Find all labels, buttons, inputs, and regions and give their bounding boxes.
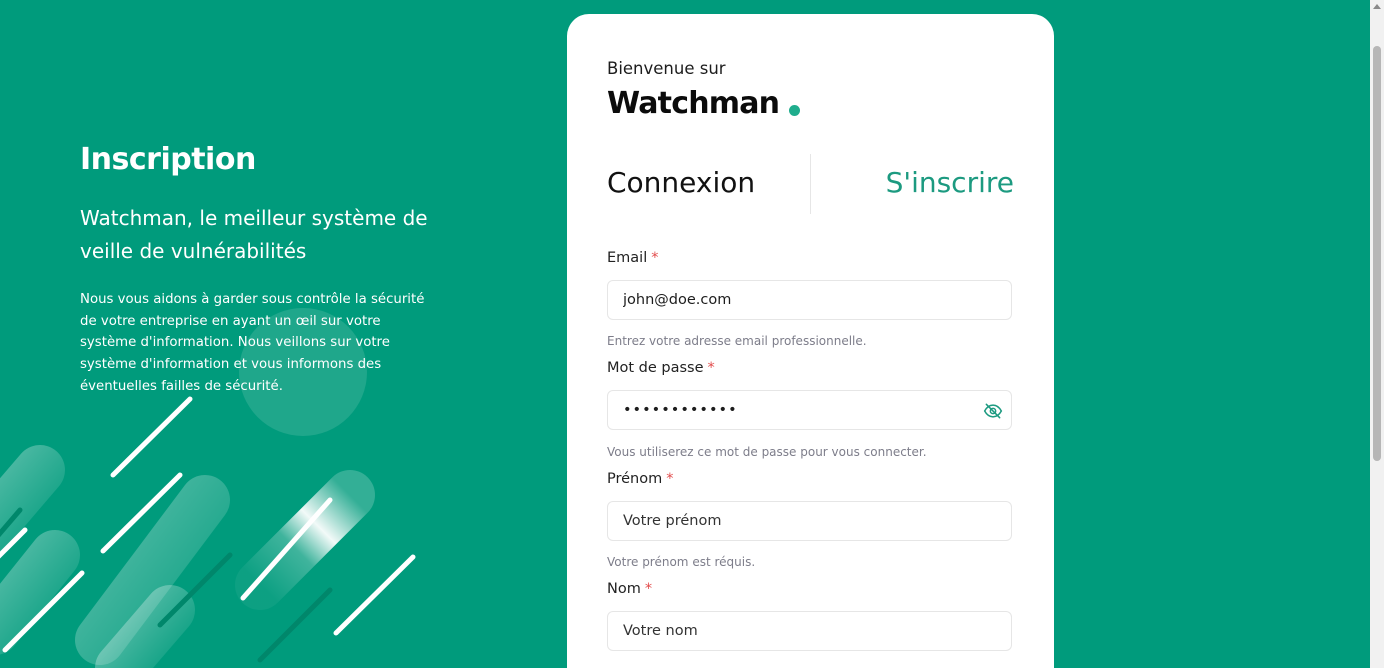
email-hint: Entrez votre adresse email professionnel… bbox=[607, 334, 867, 348]
lastname-label: Nom * bbox=[607, 581, 652, 597]
firstname-label: Prénom * bbox=[607, 471, 674, 487]
brand-logo: Watchman bbox=[607, 86, 780, 121]
password-label: Mot de passe * bbox=[607, 360, 715, 376]
brand-dot bbox=[789, 105, 800, 116]
email-label-text: Email bbox=[607, 250, 648, 266]
required-marker: * bbox=[666, 471, 674, 487]
firstname-field[interactable] bbox=[607, 501, 1012, 541]
tab-login[interactable]: Connexion bbox=[607, 166, 755, 199]
email-field[interactable] bbox=[607, 280, 1012, 320]
password-field[interactable] bbox=[607, 390, 1012, 430]
password-hint: Vous utiliserez ce mot de passe pour vou… bbox=[607, 445, 927, 459]
lastname-label-text: Nom bbox=[607, 581, 641, 597]
lastname-field[interactable] bbox=[607, 611, 1012, 651]
firstname-label-text: Prénom bbox=[607, 471, 663, 487]
scroll-up-icon[interactable] bbox=[1373, 4, 1381, 9]
page-subtitle: Watchman, le meilleur système de veille … bbox=[80, 206, 428, 263]
required-marker: * bbox=[644, 581, 653, 597]
email-label: Email * bbox=[607, 250, 658, 266]
tab-divider bbox=[810, 154, 811, 214]
scrollbar[interactable] bbox=[1370, 0, 1384, 668]
scrollbar-thumb[interactable] bbox=[1373, 46, 1381, 461]
tab-signup[interactable]: S'inscrire bbox=[886, 166, 1014, 199]
signup-page: Inscription Watchman, le meilleur systèm… bbox=[0, 0, 1384, 668]
firstname-hint: Votre prénom est réquis. bbox=[607, 555, 756, 569]
required-marker: * bbox=[651, 250, 659, 266]
welcome-text: Bienvenue sur bbox=[607, 59, 726, 78]
page-title: Inscription bbox=[80, 142, 256, 177]
signup-card: Bienvenue sur Watchman Connexion S'inscr… bbox=[567, 14, 1054, 668]
password-label-text: Mot de passe bbox=[607, 360, 704, 376]
page-description: Nous vous aidons à garder sous contrôle … bbox=[80, 292, 425, 394]
required-marker: * bbox=[707, 360, 715, 376]
eye-off-icon[interactable] bbox=[983, 401, 1003, 421]
